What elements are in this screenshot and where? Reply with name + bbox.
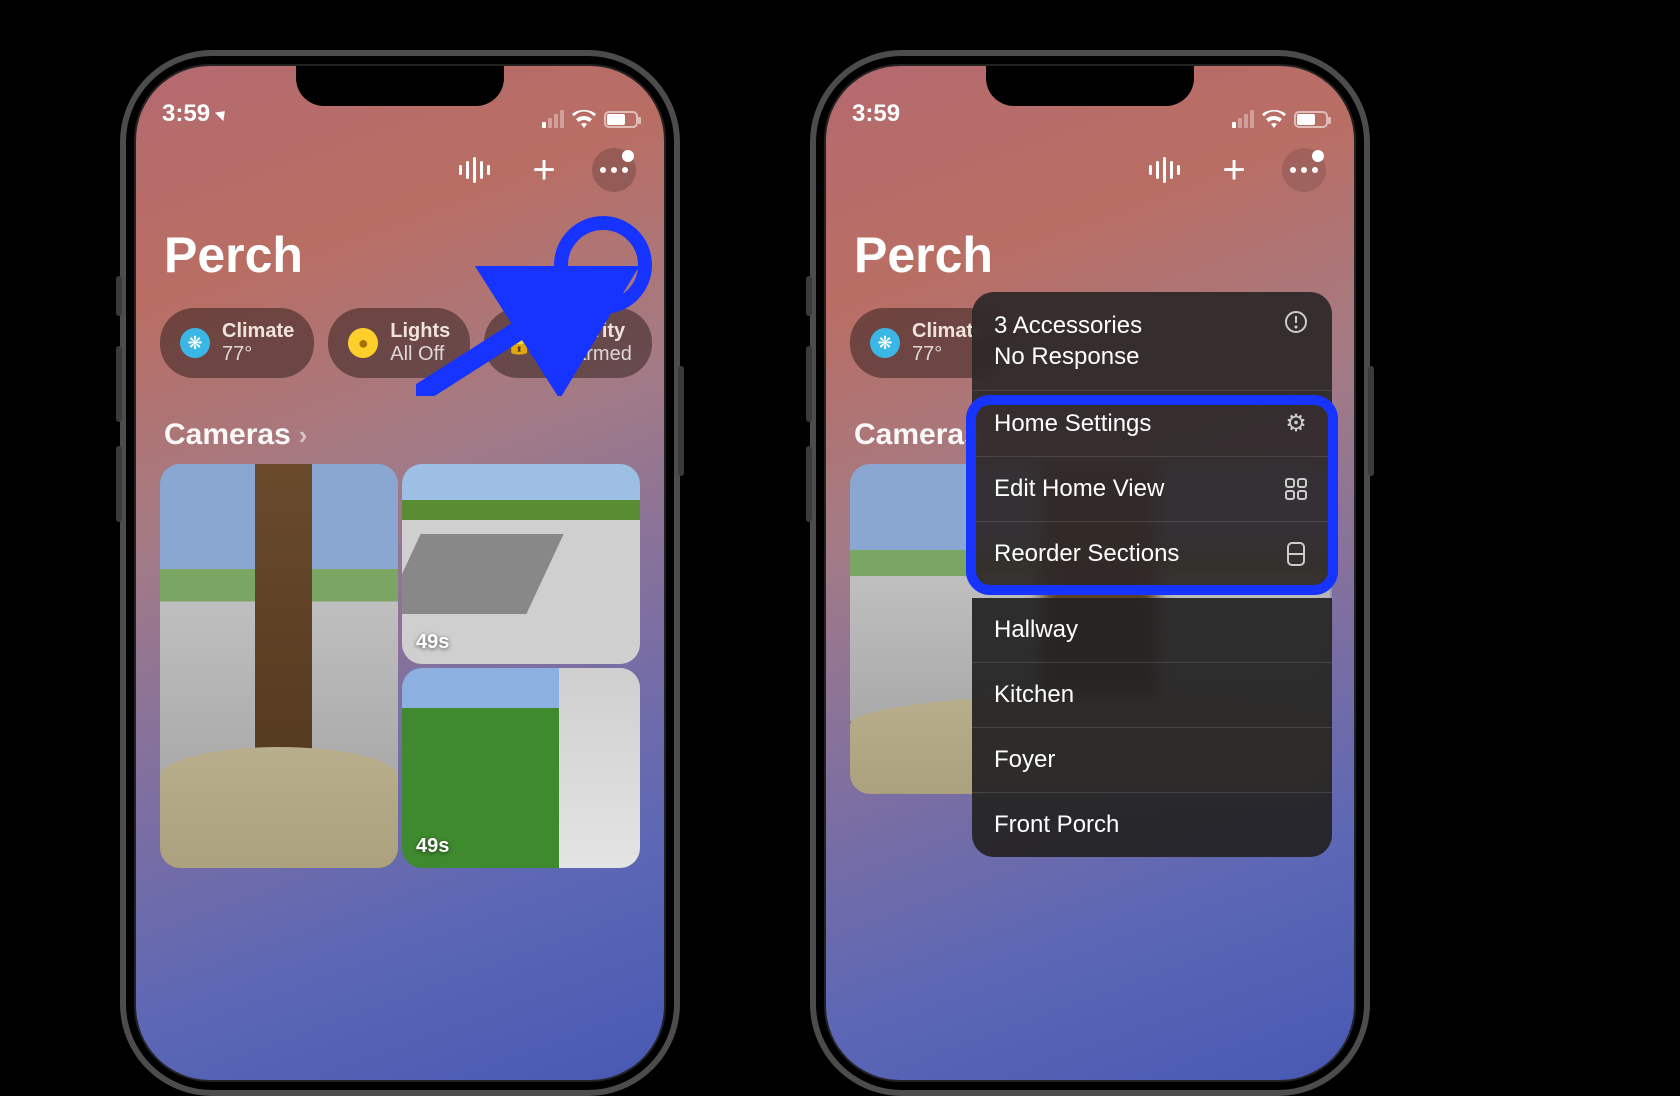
side-button[interactable]	[678, 366, 684, 476]
menu-alert-line1: 3 Accessories	[994, 310, 1142, 341]
climate-chip[interactable]: ❋ Climate77°	[160, 308, 314, 378]
cameras-label: Cameras	[854, 418, 981, 452]
volume-up[interactable]	[806, 346, 812, 422]
annotation-rectangle	[966, 395, 1338, 595]
chevron-right-icon: ›	[299, 420, 308, 451]
cell-signal-icon	[542, 110, 564, 128]
wifi-icon	[1262, 110, 1286, 128]
side-button[interactable]	[1368, 366, 1374, 476]
menu-room-kitchen[interactable]: Kitchen	[972, 663, 1332, 728]
volume-down[interactable]	[116, 446, 122, 522]
mute-switch[interactable]	[116, 276, 122, 316]
notification-badge	[1312, 150, 1324, 162]
location-icon	[215, 107, 229, 121]
camera-tile-front[interactable]: 48s	[160, 464, 398, 868]
status-time: 3:59	[162, 100, 210, 128]
more-button[interactable]	[1282, 148, 1326, 192]
cameras-header[interactable]: Cameras ›	[136, 396, 664, 464]
announce-button[interactable]	[1142, 148, 1186, 192]
more-button[interactable]	[592, 148, 636, 192]
status-time: 3:59	[852, 100, 900, 128]
announce-button[interactable]	[452, 148, 496, 192]
phone-right: 3:59 + Perch ❋ Cl	[810, 50, 1370, 1096]
fan-icon: ❋	[180, 328, 210, 358]
cameras-label: Cameras	[164, 418, 291, 452]
menu-room-front-porch[interactable]: Front Porch	[972, 793, 1332, 857]
add-button[interactable]: +	[1212, 148, 1256, 192]
notch	[296, 66, 504, 106]
fan-icon: ❋	[870, 328, 900, 358]
wifi-icon	[572, 110, 596, 128]
menu-rooms: Hallway Kitchen Foyer Front Porch	[972, 598, 1332, 857]
notch	[986, 66, 1194, 106]
menu-room-foyer[interactable]: Foyer	[972, 728, 1332, 793]
menu-room-hallway[interactable]: Hallway	[972, 598, 1332, 663]
menu-alert-line2: No Response	[994, 341, 1142, 372]
home-title: Perch	[826, 192, 1354, 298]
camera-grid: 48s 49s 49s	[136, 464, 664, 868]
annotation-circle	[554, 216, 652, 314]
cell-signal-icon	[1232, 110, 1254, 128]
top-actions: +	[136, 128, 664, 192]
alert-icon	[1282, 310, 1310, 334]
notification-badge	[622, 150, 634, 162]
add-button[interactable]: +	[522, 148, 566, 192]
bulb-icon: ●	[348, 328, 378, 358]
camera-tile-yard[interactable]: 49s	[402, 668, 640, 868]
battery-icon	[604, 111, 638, 128]
top-actions: +	[826, 128, 1354, 192]
phone-left: 3:59 + Perch ❋	[120, 50, 680, 1096]
camera-tile-drive[interactable]: 49s	[402, 464, 640, 664]
menu-alert[interactable]: 3 Accessories No Response	[972, 292, 1332, 391]
volume-down[interactable]	[806, 446, 812, 522]
battery-icon	[1294, 111, 1328, 128]
mute-switch[interactable]	[806, 276, 812, 316]
volume-up[interactable]	[116, 346, 122, 422]
